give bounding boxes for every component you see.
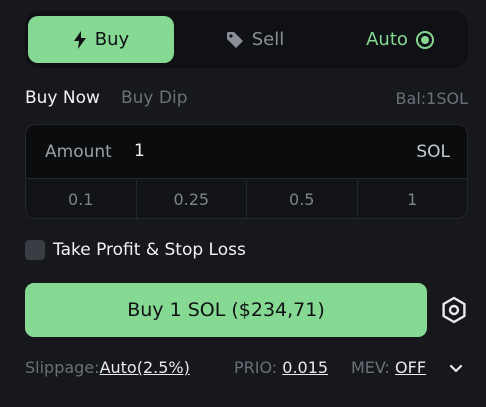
preset-amounts: 0.1 0.25 0.5 1 (26, 180, 467, 218)
tag-icon (226, 31, 243, 48)
tab-buy-label: Buy (94, 29, 130, 50)
gear-icon[interactable] (440, 296, 468, 324)
mev-setting: MEV: OFF (351, 358, 426, 377)
tab-buy[interactable]: Buy (28, 16, 174, 63)
radio-selected-icon (415, 30, 434, 49)
take-profit-checkbox[interactable] (25, 240, 45, 260)
trade-panel: Buy Sell Auto Buy Now Buy Dip Bal:1SOL A… (0, 0, 486, 407)
buy-button[interactable]: Buy 1 SOL ($234,71) (25, 283, 427, 337)
slippage-label: Slippage: (25, 358, 100, 377)
slippage-setting: Slippage:Auto(2.5%) (25, 358, 190, 377)
preset-button[interactable]: 0.5 (247, 180, 358, 218)
amount-unit: SOL (416, 142, 450, 162)
prio-value[interactable]: 0.015 (282, 358, 328, 377)
mode-tabs: Buy Sell Auto (25, 11, 468, 68)
tab-sell-label: Sell (251, 29, 285, 50)
subtab-buy-now[interactable]: Buy Now (25, 88, 100, 108)
tab-auto[interactable]: Auto (345, 16, 455, 63)
amount-row: Amount SOL (26, 125, 467, 179)
prio-setting: PRIO: 0.015 (234, 358, 328, 377)
take-profit-toggle[interactable]: Take Profit & Stop Loss (25, 240, 246, 260)
slippage-value[interactable]: Auto(2.5%) (100, 358, 190, 377)
lightning-icon (73, 30, 86, 49)
mev-label: MEV: (351, 358, 390, 377)
amount-input[interactable] (134, 141, 374, 161)
amount-box: Amount SOL 0.1 0.25 0.5 1 (25, 124, 468, 219)
amount-label: Amount (45, 142, 112, 162)
mev-value[interactable]: OFF (395, 358, 426, 377)
tab-sell[interactable]: Sell (200, 16, 310, 63)
balance-label: Bal:1SOL (395, 89, 468, 108)
take-profit-label: Take Profit & Stop Loss (53, 240, 246, 260)
preset-button[interactable]: 1 (358, 180, 468, 218)
preset-button[interactable]: 0.1 (26, 180, 137, 218)
preset-button[interactable]: 0.25 (137, 180, 247, 218)
tab-auto-label: Auto (366, 29, 408, 50)
chevron-down-icon[interactable] (448, 360, 464, 376)
prio-label: PRIO: (234, 358, 278, 377)
subtab-buy-dip[interactable]: Buy Dip (121, 88, 188, 108)
